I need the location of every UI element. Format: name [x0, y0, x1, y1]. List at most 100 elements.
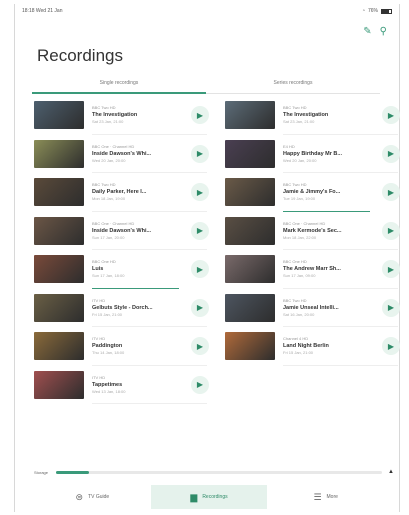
recording-meta: BBC One · Channel HD Mark Kermode's Sec..… [283, 221, 376, 241]
nav-recordings[interactable]: ▆ Recordings [150, 485, 268, 509]
recording-thumbnail[interactable] [34, 139, 84, 168]
recording-thumbnail[interactable] [34, 216, 84, 245]
recording-item[interactable]: E4 HD Happy Birthday Mr B... Wed 20 Jan, 2… [225, 135, 400, 173]
recording-thumbnail[interactable] [225, 178, 275, 207]
play-icon[interactable]: ▶ [382, 298, 400, 317]
recording-title: The Investigation [283, 112, 329, 119]
play-icon[interactable]: ▶ [191, 298, 209, 317]
play-icon[interactable]: ▶ [191, 221, 209, 240]
recording-item[interactable]: BBC One · Channel HD Inside Dawson's Whi.… [34, 135, 209, 173]
recording-title: Luis [92, 266, 104, 273]
recording-meta: BBC Two HD The Investigation Sat 23 Jan, 2… [283, 105, 376, 125]
battery-icon [381, 8, 392, 14]
recording-meta: ITV HD Paddington Thu 14 Jan, 18:00 [92, 336, 185, 356]
recording-thumbnail[interactable] [34, 332, 84, 361]
storage-fill [56, 470, 89, 474]
recording-thumbnail[interactable] [225, 332, 275, 361]
nav-tv-guide[interactable]: ⊜ TV Guide [34, 485, 151, 509]
recording-thumbnail[interactable] [225, 139, 275, 168]
recording-thumbnail[interactable] [34, 178, 84, 207]
recording-item[interactable]: BBC One · Channel HD Mark Kermode's Sec..… [225, 212, 400, 250]
recording-thumbnail[interactable] [34, 101, 84, 130]
recording-title: The Investigation [92, 112, 138, 119]
recording-item[interactable]: BBC Two HD Jamie Unseal Intelli... Sat 16 … [225, 289, 400, 327]
recording-thumbnail[interactable] [34, 255, 84, 284]
recording-title: Daily Parker, Here I... [92, 189, 147, 196]
play-icon[interactable]: ▶ [191, 183, 209, 202]
recording-title: Land Night Berlin [283, 343, 329, 350]
storage-indicator: Storage ▲ [34, 468, 394, 476]
battery-percent: 76% [367, 8, 378, 14]
play-icon[interactable]: ▶ [382, 183, 400, 202]
tab-series-recordings[interactable]: Series recordings [206, 76, 380, 93]
recording-date: Fri 15 Jan, 21:00 [283, 350, 314, 356]
recording-title: Mark Kermode's Sec... [283, 227, 342, 234]
recording-thumbnail[interactable] [225, 293, 275, 322]
recording-item[interactable]: Channel 4 HD Land Night Berlin Fri 15 Jan,… [225, 327, 400, 366]
recording-title: The Andrew Marr Sh... [283, 266, 341, 273]
folder-icon: ▆ [190, 491, 198, 502]
recording-thumbnail[interactable] [225, 101, 275, 130]
play-icon[interactable]: ▶ [191, 144, 209, 163]
recording-item[interactable]: ITV HD Paddington Thu 14 Jan, 18:00 ▶ [34, 327, 209, 366]
recording-thumbnail[interactable] [225, 216, 275, 245]
status-bar: 18:18 Wed 21 Jan ◔ 76% [22, 6, 392, 16]
recording-meta: ITV HD Tappetimes Wed 13 Jan, 18:00 [92, 375, 185, 395]
recording-thumbnail[interactable] [34, 370, 84, 399]
recording-date: Tue 19 Jan, 19:00 [283, 196, 316, 202]
recording-title: Jamie & Jimmy's Fo... [283, 189, 341, 196]
play-icon[interactable]: ▶ [191, 337, 209, 356]
recording-item[interactable]: BBC One HD Luis Sun 17 Jan, 18:00 ▶ [34, 250, 209, 289]
recording-thumbnail[interactable] [34, 293, 84, 322]
pencil-icon[interactable]: ✎ [363, 26, 371, 37]
recording-meta: BBC Two HD The Investigation Sat 23 Jan, 2… [92, 105, 185, 125]
recording-title: Paddington [92, 343, 123, 350]
nav-recordings-label: Recordings [202, 494, 228, 500]
recording-meta: BBC Two HD Jamie Unseal Intelli... Sat 16 … [283, 298, 376, 318]
divider [283, 364, 398, 366]
storage-label: Storage [34, 469, 49, 475]
play-icon[interactable]: ▶ [382, 337, 400, 356]
recording-item[interactable]: BBC Two HD Jamie & Jimmy's Fo... Tue 19 Ja… [225, 173, 400, 212]
nav-more-label: More [326, 494, 338, 500]
recording-title: Happy Birthday Mr B... [283, 150, 342, 157]
recording-date: Sun 17 Jan, 09:00 [283, 273, 316, 279]
recording-date: Thu 14 Jan, 18:00 [92, 350, 125, 356]
recording-date: Sat 23 Jan, 21:00 [92, 119, 124, 125]
recording-item[interactable]: BBC One HD The Andrew Marr Sh... Sun 17 Ja… [225, 250, 400, 289]
recording-title: Inside Dawson's Whi... [92, 150, 152, 157]
page-title: Recordings [37, 46, 123, 65]
status-time: 18:18 Wed 21 Jan [22, 8, 63, 14]
recording-date: Wed 20 Jan, 20:00 [283, 157, 317, 163]
recording-date: Sun 17 Jan, 20:00 [92, 234, 125, 240]
nav-more[interactable]: ☰ More [267, 485, 384, 509]
play-icon[interactable]: ▶ [191, 375, 209, 394]
recording-item[interactable]: ITV HD Tappetimes Wed 13 Jan, 18:00 ▶ [34, 366, 209, 404]
recording-item[interactable]: BBC Two HD Daily Parker, Here I... Mon 18 … [34, 173, 209, 212]
recording-date: Wed 13 Jan, 18:00 [92, 388, 126, 394]
caret-up-icon[interactable]: ▲ [388, 469, 394, 475]
recording-item[interactable]: BBC Two HD The Investigation Sat 23 Jan, 2… [225, 96, 400, 135]
recording-item[interactable]: BBC One · Channel HD Inside Dawson's Whi.… [34, 212, 209, 250]
menu-icon: ☰ [313, 491, 322, 502]
recording-thumbnail[interactable] [225, 255, 275, 284]
recording-meta: BBC One HD Luis Sun 17 Jan, 18:00 [92, 259, 185, 279]
recording-meta: BBC Two HD Jamie & Jimmy's Fo... Tue 19 Ja… [283, 182, 376, 202]
tab-single-recordings[interactable]: Single recordings [32, 76, 206, 94]
recording-title: Tappetimes [92, 381, 123, 388]
play-icon[interactable]: ▶ [382, 221, 400, 240]
divider [92, 403, 207, 404]
play-icon[interactable]: ▶ [382, 260, 400, 279]
play-icon[interactable]: ▶ [382, 144, 400, 163]
play-icon[interactable]: ▶ [191, 260, 209, 279]
play-icon[interactable]: ▶ [382, 106, 400, 125]
filter-icon[interactable]: ⚲ [380, 26, 387, 37]
recording-item[interactable]: BBC Two HD The Investigation Sat 23 Jan, 2… [34, 96, 209, 135]
wifi-icon: ◔ [361, 8, 365, 14]
play-icon[interactable]: ▶ [191, 106, 209, 125]
recording-meta: E4 HD Happy Birthday Mr B... Wed 20 Jan, 2… [283, 144, 376, 164]
left-recordings-list: BBC Two HD The Investigation Sat 23 Jan, 2… [34, 96, 209, 404]
recording-item[interactable]: ITV HD Gelbuts Style - Dorch... Fri 15 Jan… [34, 289, 209, 327]
recording-date: Fri 15 Jan, 21:00 [92, 311, 123, 317]
recording-meta: BBC One · Channel HD Inside Dawson's Whi.… [92, 144, 185, 164]
